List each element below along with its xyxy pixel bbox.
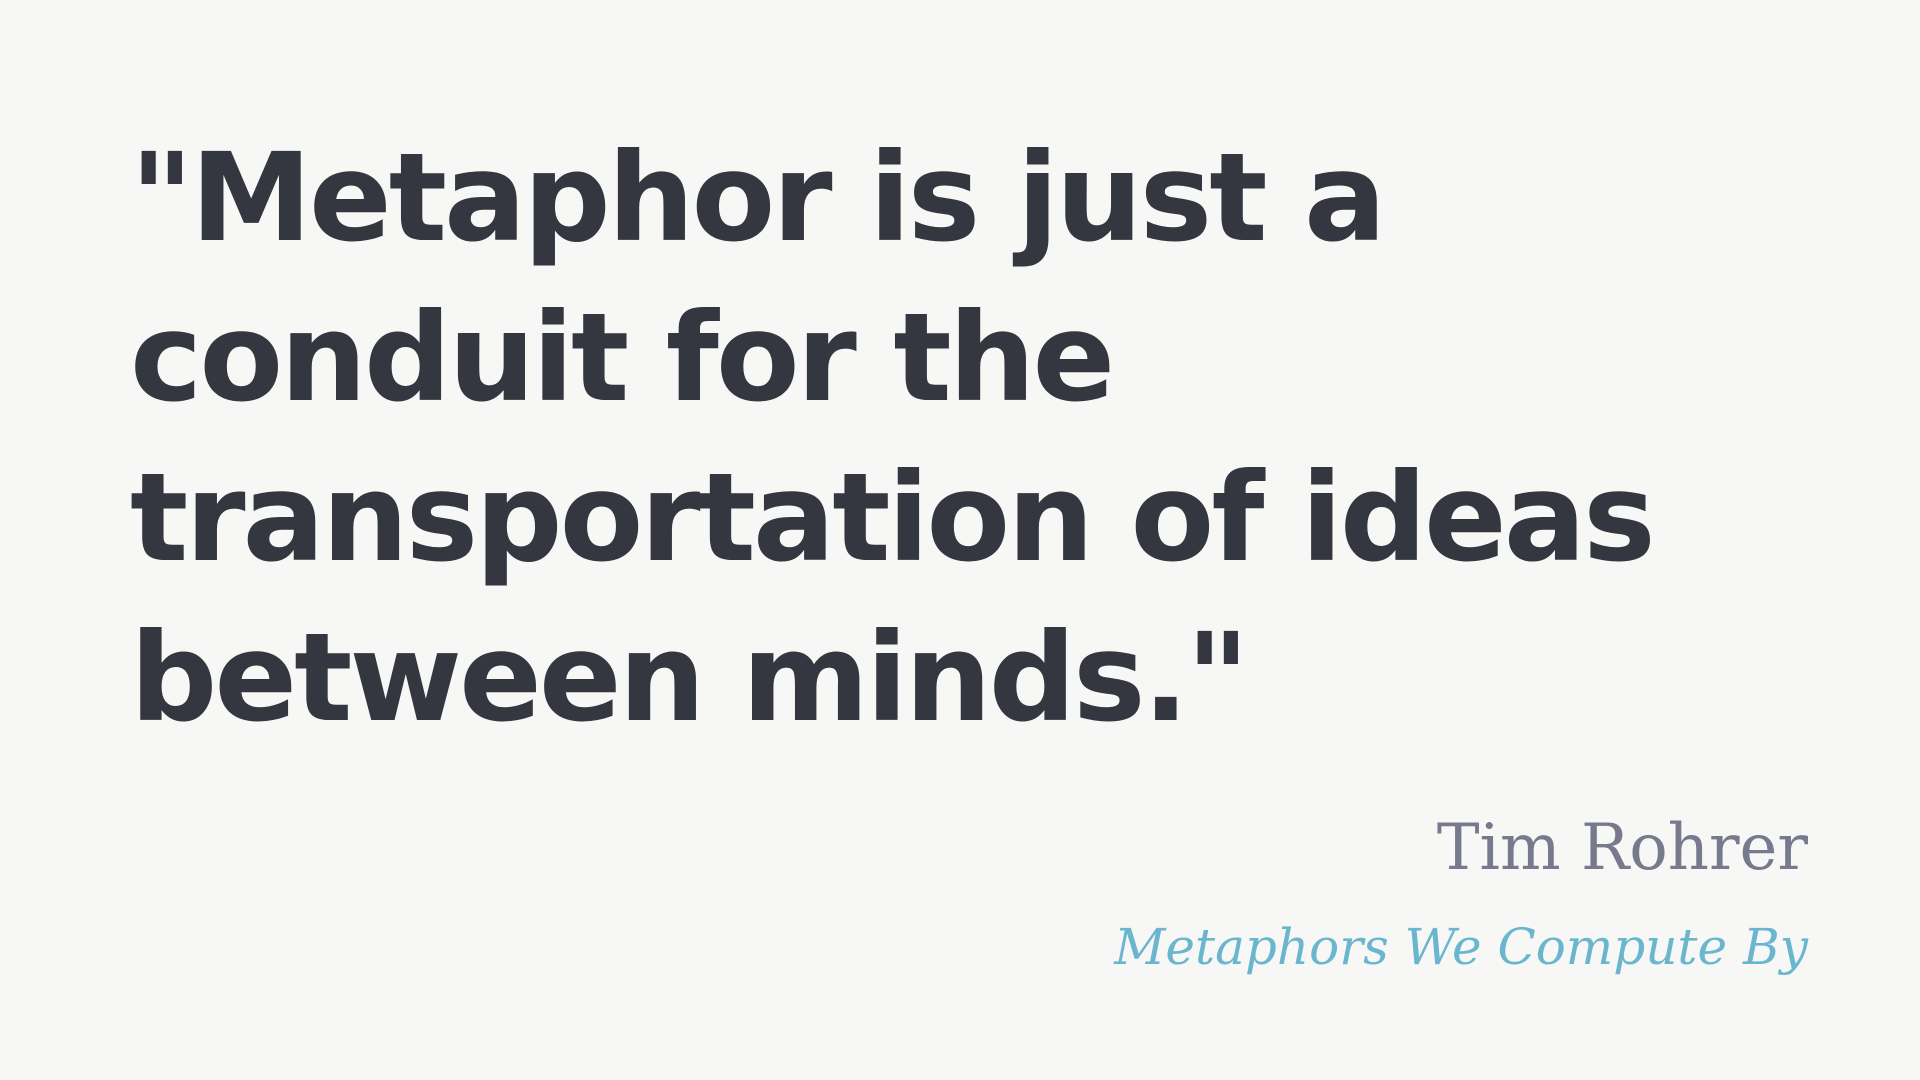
quote-source: Metaphors We Compute By xyxy=(1114,918,1808,976)
quote-author: Tim Rohrer xyxy=(1436,811,1808,885)
quote-slide: "Metaphor is just a conduit for the tran… xyxy=(0,0,1920,1080)
quote-text: "Metaphor is just a conduit for the tran… xyxy=(130,127,1656,749)
